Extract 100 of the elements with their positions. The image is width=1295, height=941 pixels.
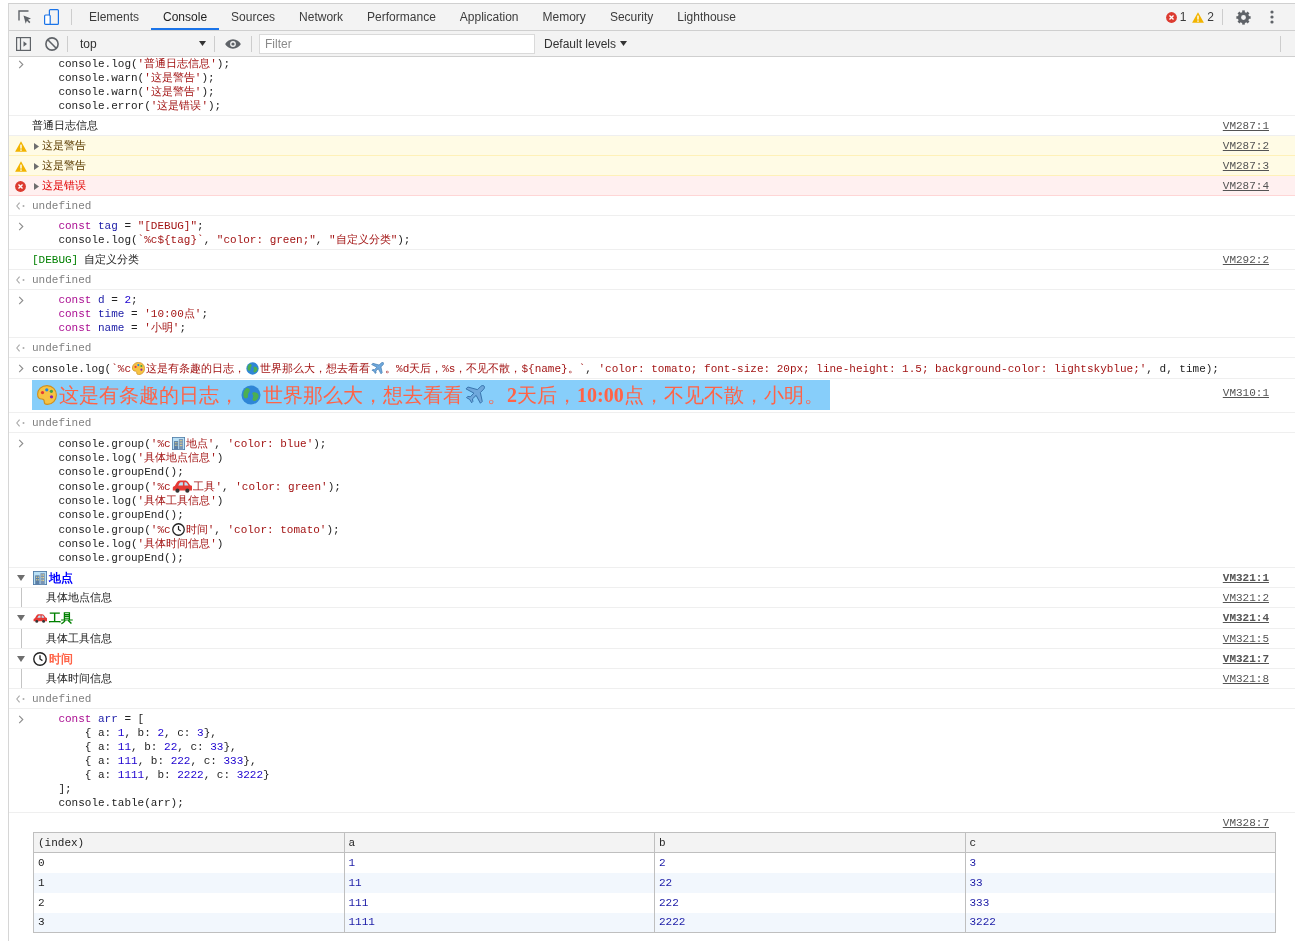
- source-link[interactable]: VM321:4: [1222, 611, 1269, 625]
- devtools-tab[interactable]: Performance: [355, 4, 448, 30]
- group-label[interactable]: 工具: [49, 611, 74, 625]
- chevron-icon: [17, 363, 24, 373]
- code-line: console.log('具体工具信息'): [58, 494, 224, 508]
- result-value: undefined: [32, 341, 92, 355]
- code-line: { a: 11, b: 22, c: 33},: [84, 740, 237, 754]
- city-buildings-icon: [33, 571, 47, 585]
- code-text: 工具', 'color: green');: [193, 479, 341, 494]
- source-link[interactable]: VM287:2: [1222, 139, 1269, 153]
- city-buildings-icon: [171, 437, 185, 450]
- code-line: const d = 2;: [58, 293, 138, 307]
- devtools-tab[interactable]: Application: [447, 4, 531, 30]
- triangle-down-icon[interactable]: [16, 656, 25, 662]
- devtools-tab[interactable]: Lighthouse: [665, 4, 748, 30]
- source-link[interactable]: VM321:7: [1222, 652, 1269, 666]
- code-line: console.log('具体地点信息'): [58, 451, 224, 465]
- table-header-cell[interactable]: (index): [33, 832, 344, 853]
- triangle-right-icon[interactable]: [34, 182, 39, 190]
- warning-message: 这是警告: [42, 139, 86, 153]
- eye-icon[interactable]: [225, 38, 241, 49]
- table-header-cell[interactable]: b: [654, 832, 965, 853]
- triangle-right-icon[interactable]: [34, 162, 39, 170]
- code-line: console.log('普通日志信息');: [58, 57, 230, 71]
- code-line: const name = '小明';: [58, 321, 187, 335]
- code-text: 地点', 'color: blue');: [185, 436, 327, 451]
- sidebar-icon[interactable]: [16, 36, 31, 51]
- source-link[interactable]: VM321:8: [1222, 672, 1269, 686]
- return-arrow-icon: [16, 419, 25, 427]
- warning-icon: [14, 140, 27, 152]
- caret-icon: [199, 41, 206, 46]
- devtools-tab[interactable]: Network: [287, 4, 356, 30]
- chevron-icon: [17, 438, 24, 448]
- code-line: const arr = [: [58, 712, 145, 726]
- table-cell: 1: [33, 872, 344, 893]
- result-value: undefined: [32, 416, 92, 430]
- code-line: const time = '10:00点';: [58, 307, 209, 321]
- code-line: const tag = "[DEBUG]";: [58, 219, 204, 233]
- code-line: { a: 1111, b: 2222, c: 3222}: [84, 768, 270, 782]
- code-text: console.group('%c: [58, 479, 171, 494]
- source-link[interactable]: VM321:1: [1222, 571, 1269, 585]
- chevron-icon: [17, 221, 24, 231]
- globe-icon: [246, 362, 260, 375]
- table-header-cell[interactable]: a: [344, 832, 655, 853]
- triangle-right-icon[interactable]: [34, 142, 39, 150]
- code-line: ];: [58, 782, 72, 796]
- warning-count: 2: [1207, 10, 1214, 24]
- source-link[interactable]: VM287:4: [1222, 179, 1269, 193]
- return-arrow-icon: [16, 695, 25, 703]
- log-message: 具体时间信息: [46, 672, 112, 686]
- devtools-tab[interactable]: Security: [597, 4, 666, 30]
- palette-icon: [132, 362, 146, 375]
- code-line: console.groupEnd();: [58, 465, 184, 479]
- levels-dropdown[interactable]: Default levels: [544, 33, 628, 54]
- car-icon: [33, 614, 48, 623]
- palette-icon: [37, 385, 57, 405]
- source-link[interactable]: VM292:2: [1222, 253, 1269, 267]
- result-value: undefined: [32, 692, 92, 706]
- source-link[interactable]: VM321:5: [1222, 632, 1269, 646]
- code-text: console.group('%c: [58, 436, 171, 451]
- code-line: console.table(arr);: [58, 796, 184, 810]
- devtools-tab[interactable]: Elements: [77, 4, 152, 30]
- more-icon[interactable]: [1270, 10, 1274, 24]
- triangle-down-icon[interactable]: [16, 575, 25, 581]
- prohibited-icon[interactable]: [45, 36, 59, 51]
- log-message: 具体工具信息: [46, 632, 112, 646]
- group-label[interactable]: 地点: [49, 571, 73, 585]
- pointer-box-icon[interactable]: [18, 10, 32, 24]
- code-line: console.warn('这是警告');: [58, 85, 215, 99]
- devices-icon[interactable]: [44, 9, 59, 25]
- code-text: 世界那么大，想去看看: [260, 361, 371, 376]
- code-line: console.log(`%c${tag}`, "color: green;", "自定义分类");: [58, 233, 411, 247]
- source-link[interactable]: VM321:2: [1222, 591, 1269, 605]
- source-link[interactable]: VM328:7: [1222, 816, 1269, 830]
- code-line: console.groupEnd();: [58, 551, 184, 565]
- triangle-down-icon[interactable]: [16, 615, 25, 621]
- source-link[interactable]: VM310:1: [1222, 386, 1269, 400]
- error-count: 1: [1179, 10, 1187, 24]
- settings-icon[interactable]: [1236, 9, 1251, 25]
- error-icon: [1165, 11, 1177, 23]
- source-link[interactable]: VM287:1: [1222, 119, 1269, 133]
- code-line: console.warn('这是警告');: [58, 71, 215, 85]
- filter-field[interactable]: Filter: [259, 33, 535, 54]
- code-line: { a: 111, b: 222, c: 333},: [84, 754, 257, 768]
- table-cell: 2: [33, 892, 344, 913]
- result-value: undefined: [32, 273, 92, 287]
- context-select[interactable]: top: [76, 33, 210, 54]
- table-header-cell[interactable]: c: [965, 832, 1276, 853]
- log-message: 具体地点信息: [46, 591, 112, 605]
- code-line: { a: 1, b: 2, c: 3},: [84, 726, 217, 740]
- devtools-tab[interactable]: Sources: [219, 4, 288, 30]
- source-link[interactable]: VM287:3: [1222, 159, 1269, 173]
- code-text: 。%d天后，%s，不见不散，${name}。`, 'color: tomato; font-size: 20px; line-height: 1.5; background-color: lightskyblue;', d, time);: [385, 361, 1219, 376]
- code-text: console.log(`%c: [32, 361, 132, 376]
- devtools-tab[interactable]: Memory: [530, 4, 598, 30]
- table-cell: 0: [33, 852, 344, 873]
- log-message: [DEBUG]: [32, 253, 79, 267]
- error-message: 这是错误: [42, 179, 86, 193]
- table-cell: 3: [33, 912, 344, 933]
- code-text: 时间', 'color: tomato');: [185, 522, 340, 537]
